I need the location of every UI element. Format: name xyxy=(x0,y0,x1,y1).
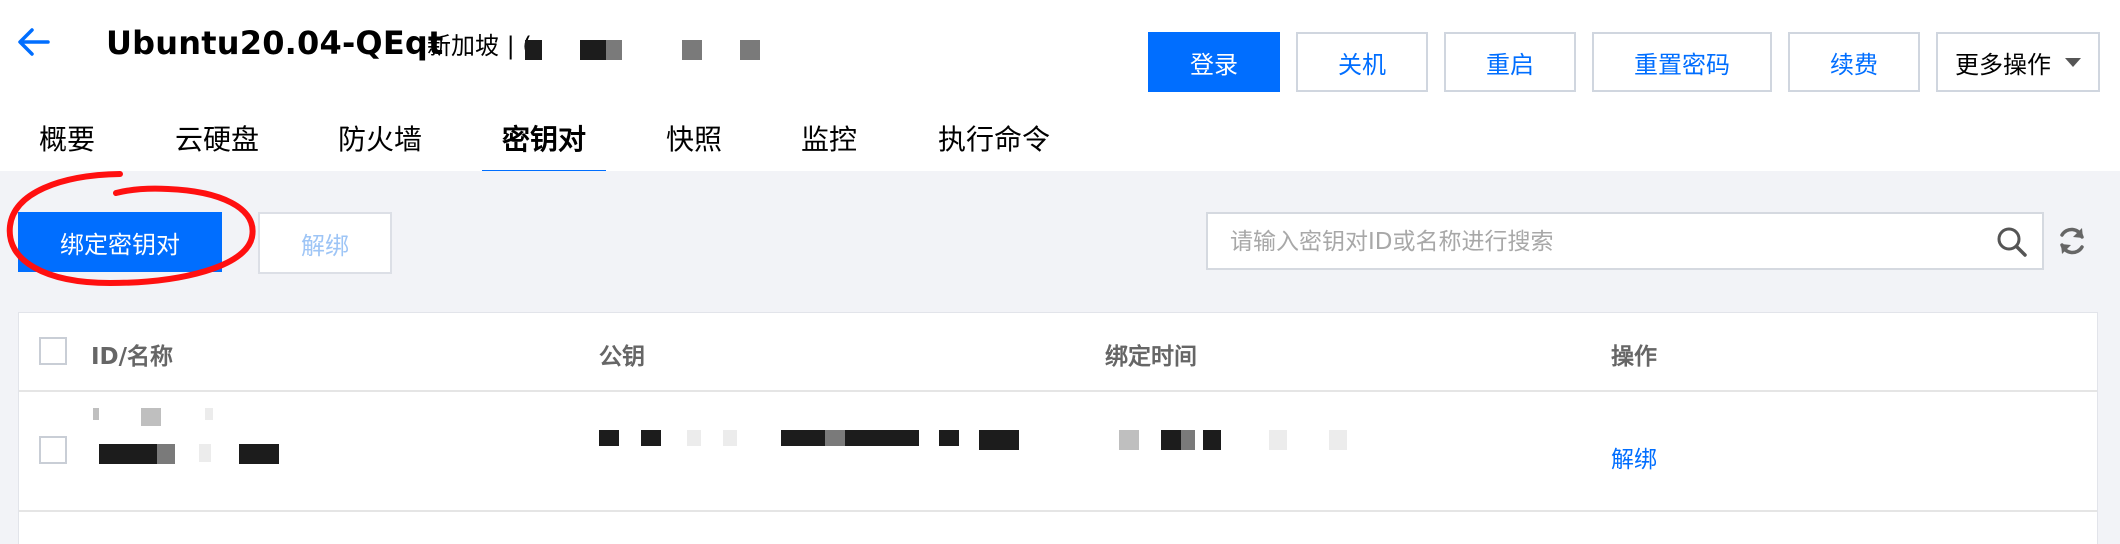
instance-actions: 登录 关机 重启 重置密码 续费 更多操作 xyxy=(1148,32,2100,92)
select-all-checkbox[interactable] xyxy=(39,337,67,365)
detail-tabs: 概要 云硬盘 防火墙 密钥对 快照 监控 执行命令 xyxy=(0,118,2120,174)
tab-label: 快照 xyxy=(665,123,722,156)
row-unbind-link[interactable]: 解绑 xyxy=(1611,440,1657,474)
search-box xyxy=(1206,212,2044,270)
column-header-id-name: ID/名称 xyxy=(91,344,174,370)
tab-label: 防火墙 xyxy=(337,123,422,156)
key-pair-panel: 绑定密钥对 解绑 ID/名称 公钥 绑定时间 操作 xyxy=(0,171,2120,544)
row-checkbox[interactable] xyxy=(39,436,67,464)
renew-button[interactable]: 续费 xyxy=(1788,32,1920,92)
search-input[interactable] xyxy=(1228,214,1952,270)
tab-key-pair[interactable]: 密钥对 xyxy=(482,118,606,174)
column-header-public-key: 公钥 xyxy=(599,344,645,370)
bind-key-pair-button[interactable]: 绑定密钥对 xyxy=(18,212,222,272)
column-header-bind-time: 绑定时间 xyxy=(1105,344,1197,370)
more-actions-label: 更多操作 xyxy=(1955,50,2051,79)
more-actions-dropdown[interactable]: 更多操作 xyxy=(1936,32,2100,92)
tab-cloud-disk[interactable]: 云硬盘 xyxy=(174,118,260,172)
tab-label: 密钥对 xyxy=(501,123,586,156)
instance-detail-page: Ubuntu20.04-QEqt 新加坡 | ( 登录 关机 重启 重置密码 续… xyxy=(0,0,2120,544)
table-header: ID/名称 公钥 绑定时间 操作 xyxy=(19,313,2097,392)
login-button[interactable]: 登录 xyxy=(1148,32,1280,92)
key-pair-table: ID/名称 公钥 绑定时间 操作 解绑 xyxy=(18,312,2098,544)
column-header-actions: 操作 xyxy=(1611,344,1657,370)
refresh-icon[interactable] xyxy=(2054,223,2090,259)
tab-overview[interactable]: 概要 xyxy=(38,118,96,172)
tab-label: 监控 xyxy=(800,123,857,156)
reset-password-button[interactable]: 重置密码 xyxy=(1592,32,1772,92)
back-arrow-icon[interactable] xyxy=(14,22,54,62)
tab-monitor[interactable]: 监控 xyxy=(800,118,858,172)
restart-button[interactable]: 重启 xyxy=(1444,32,1576,92)
unbind-button[interactable]: 解绑 xyxy=(258,212,392,274)
shutdown-button[interactable]: 关机 xyxy=(1296,32,1428,92)
region-label: 新加坡 | ( xyxy=(427,32,532,60)
tab-snapshot[interactable]: 快照 xyxy=(665,118,723,172)
instance-title: Ubuntu20.04-QEqt xyxy=(106,24,444,62)
tab-label: 执行命令 xyxy=(937,123,1050,156)
tab-label: 云硬盘 xyxy=(174,123,259,156)
tab-label: 概要 xyxy=(38,123,95,156)
tab-firewall[interactable]: 防火墙 xyxy=(337,118,423,172)
table-row: 解绑 xyxy=(19,392,2097,512)
caret-down-icon xyxy=(2065,57,2081,67)
search-icon[interactable] xyxy=(1996,226,2028,258)
tab-run-command[interactable]: 执行命令 xyxy=(936,118,1052,172)
